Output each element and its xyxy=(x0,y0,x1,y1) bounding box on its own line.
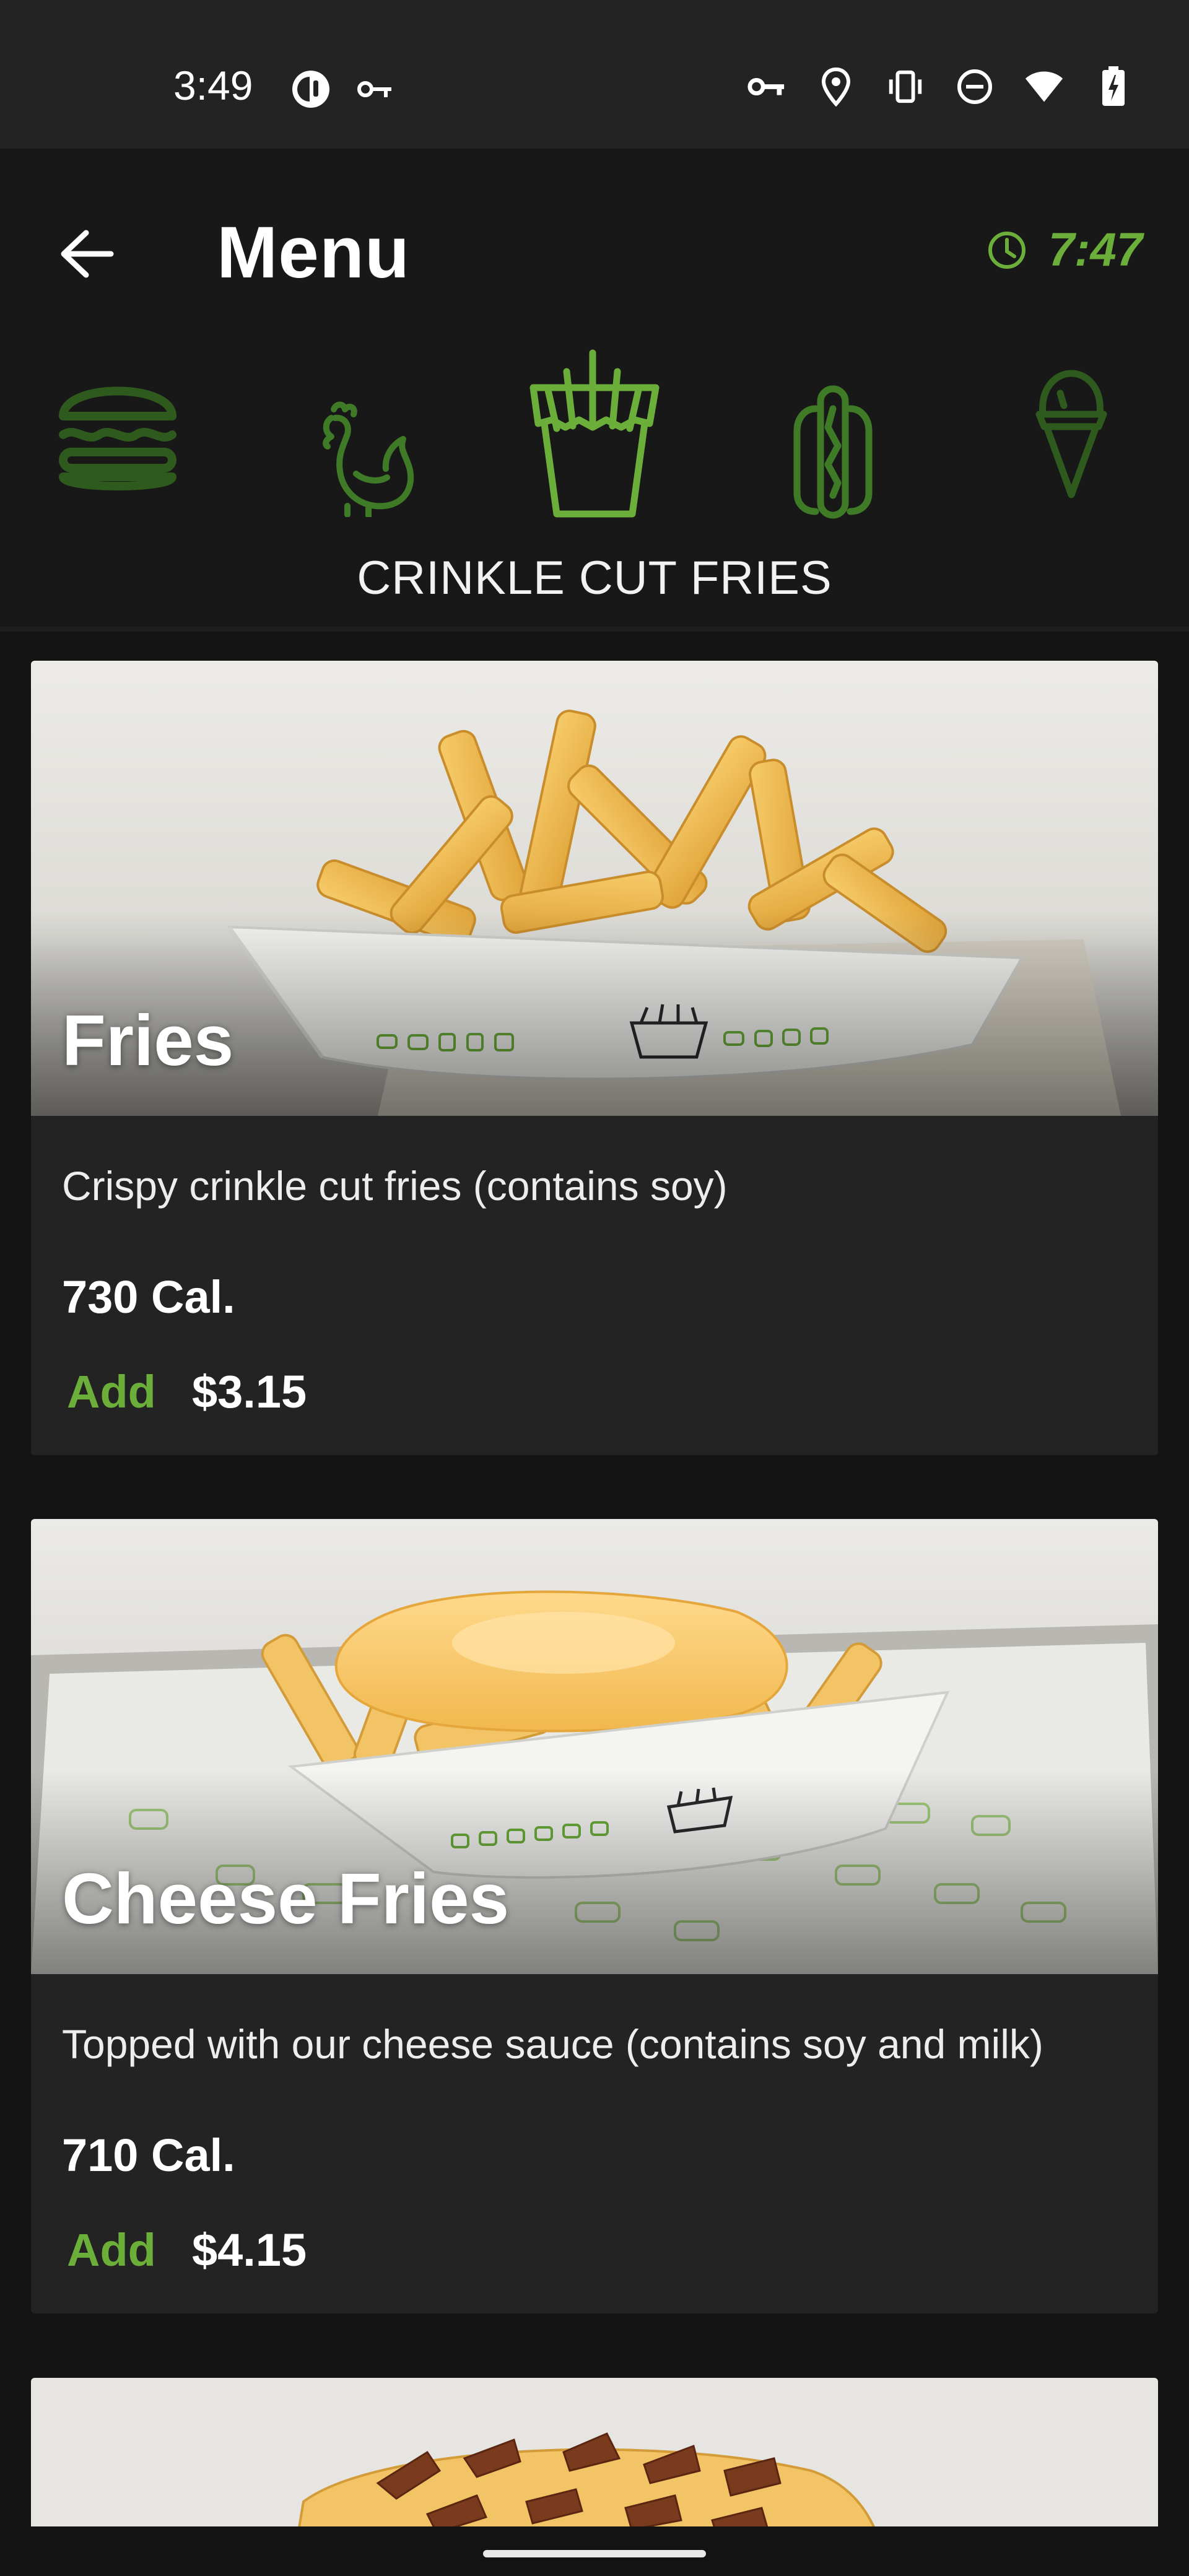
menu-item-card[interactable]: Fries Crispy crinkle cut fries (contains… xyxy=(31,661,1158,1455)
category-fries[interactable] xyxy=(529,347,660,520)
battery-icon xyxy=(1094,66,1133,107)
page-title: Menu xyxy=(217,212,411,294)
key-icon xyxy=(355,69,395,109)
item-description: Topped with our cheese sauce (contains s… xyxy=(62,2021,1043,2067)
item-calories: 710 Cal. xyxy=(62,2130,235,2181)
add-button[interactable]: Add xyxy=(67,1365,156,1418)
ice-cream-icon xyxy=(1035,370,1107,498)
status-bar: 3:49 xyxy=(0,0,1189,149)
location-icon xyxy=(816,67,856,107)
item-price: $3.15 xyxy=(192,1366,307,1417)
home-indicator[interactable] xyxy=(483,2550,706,2557)
category-ice-cream[interactable] xyxy=(1031,365,1112,502)
item-calories: 730 Cal. xyxy=(62,1271,235,1323)
item-photo: Cheese Fries xyxy=(31,1519,1158,1974)
status-time: 3:49 xyxy=(173,63,253,108)
item-price: $4.15 xyxy=(192,2224,307,2276)
circle-app-icon xyxy=(291,69,331,109)
category-hot-dog[interactable] xyxy=(786,384,879,520)
category-burger[interactable] xyxy=(56,362,180,498)
hot-dog-icon xyxy=(793,385,873,519)
add-button[interactable]: Add xyxy=(67,2224,156,2276)
fries-icon xyxy=(529,349,660,518)
vibrate-icon xyxy=(886,67,925,107)
item-name: Cheese Fries xyxy=(62,1858,510,1939)
timer: 7:47 xyxy=(986,223,1143,277)
item-name: Fries xyxy=(62,1000,234,1081)
menu-item-card[interactable]: Cheese Fries Topped with our cheese sauc… xyxy=(31,1519,1158,2313)
burger-icon xyxy=(59,386,176,490)
item-description: Crispy crinkle cut fries (contains soy) xyxy=(62,1163,728,1209)
vpn-key-icon xyxy=(747,67,786,107)
clock-icon xyxy=(988,231,1026,269)
timer-text: 7:47 xyxy=(1048,224,1143,276)
back-button[interactable] xyxy=(50,217,124,291)
category-chicken[interactable] xyxy=(310,396,421,520)
item-photo: Fries xyxy=(31,661,1158,1116)
divider xyxy=(0,627,1189,632)
wifi-icon xyxy=(1024,67,1064,107)
arrow-back-icon xyxy=(61,230,114,278)
chicken-icon xyxy=(323,401,414,517)
do-not-disturb-icon xyxy=(955,67,995,107)
selected-category-label: CRINKLE CUT FRIES xyxy=(357,552,832,604)
